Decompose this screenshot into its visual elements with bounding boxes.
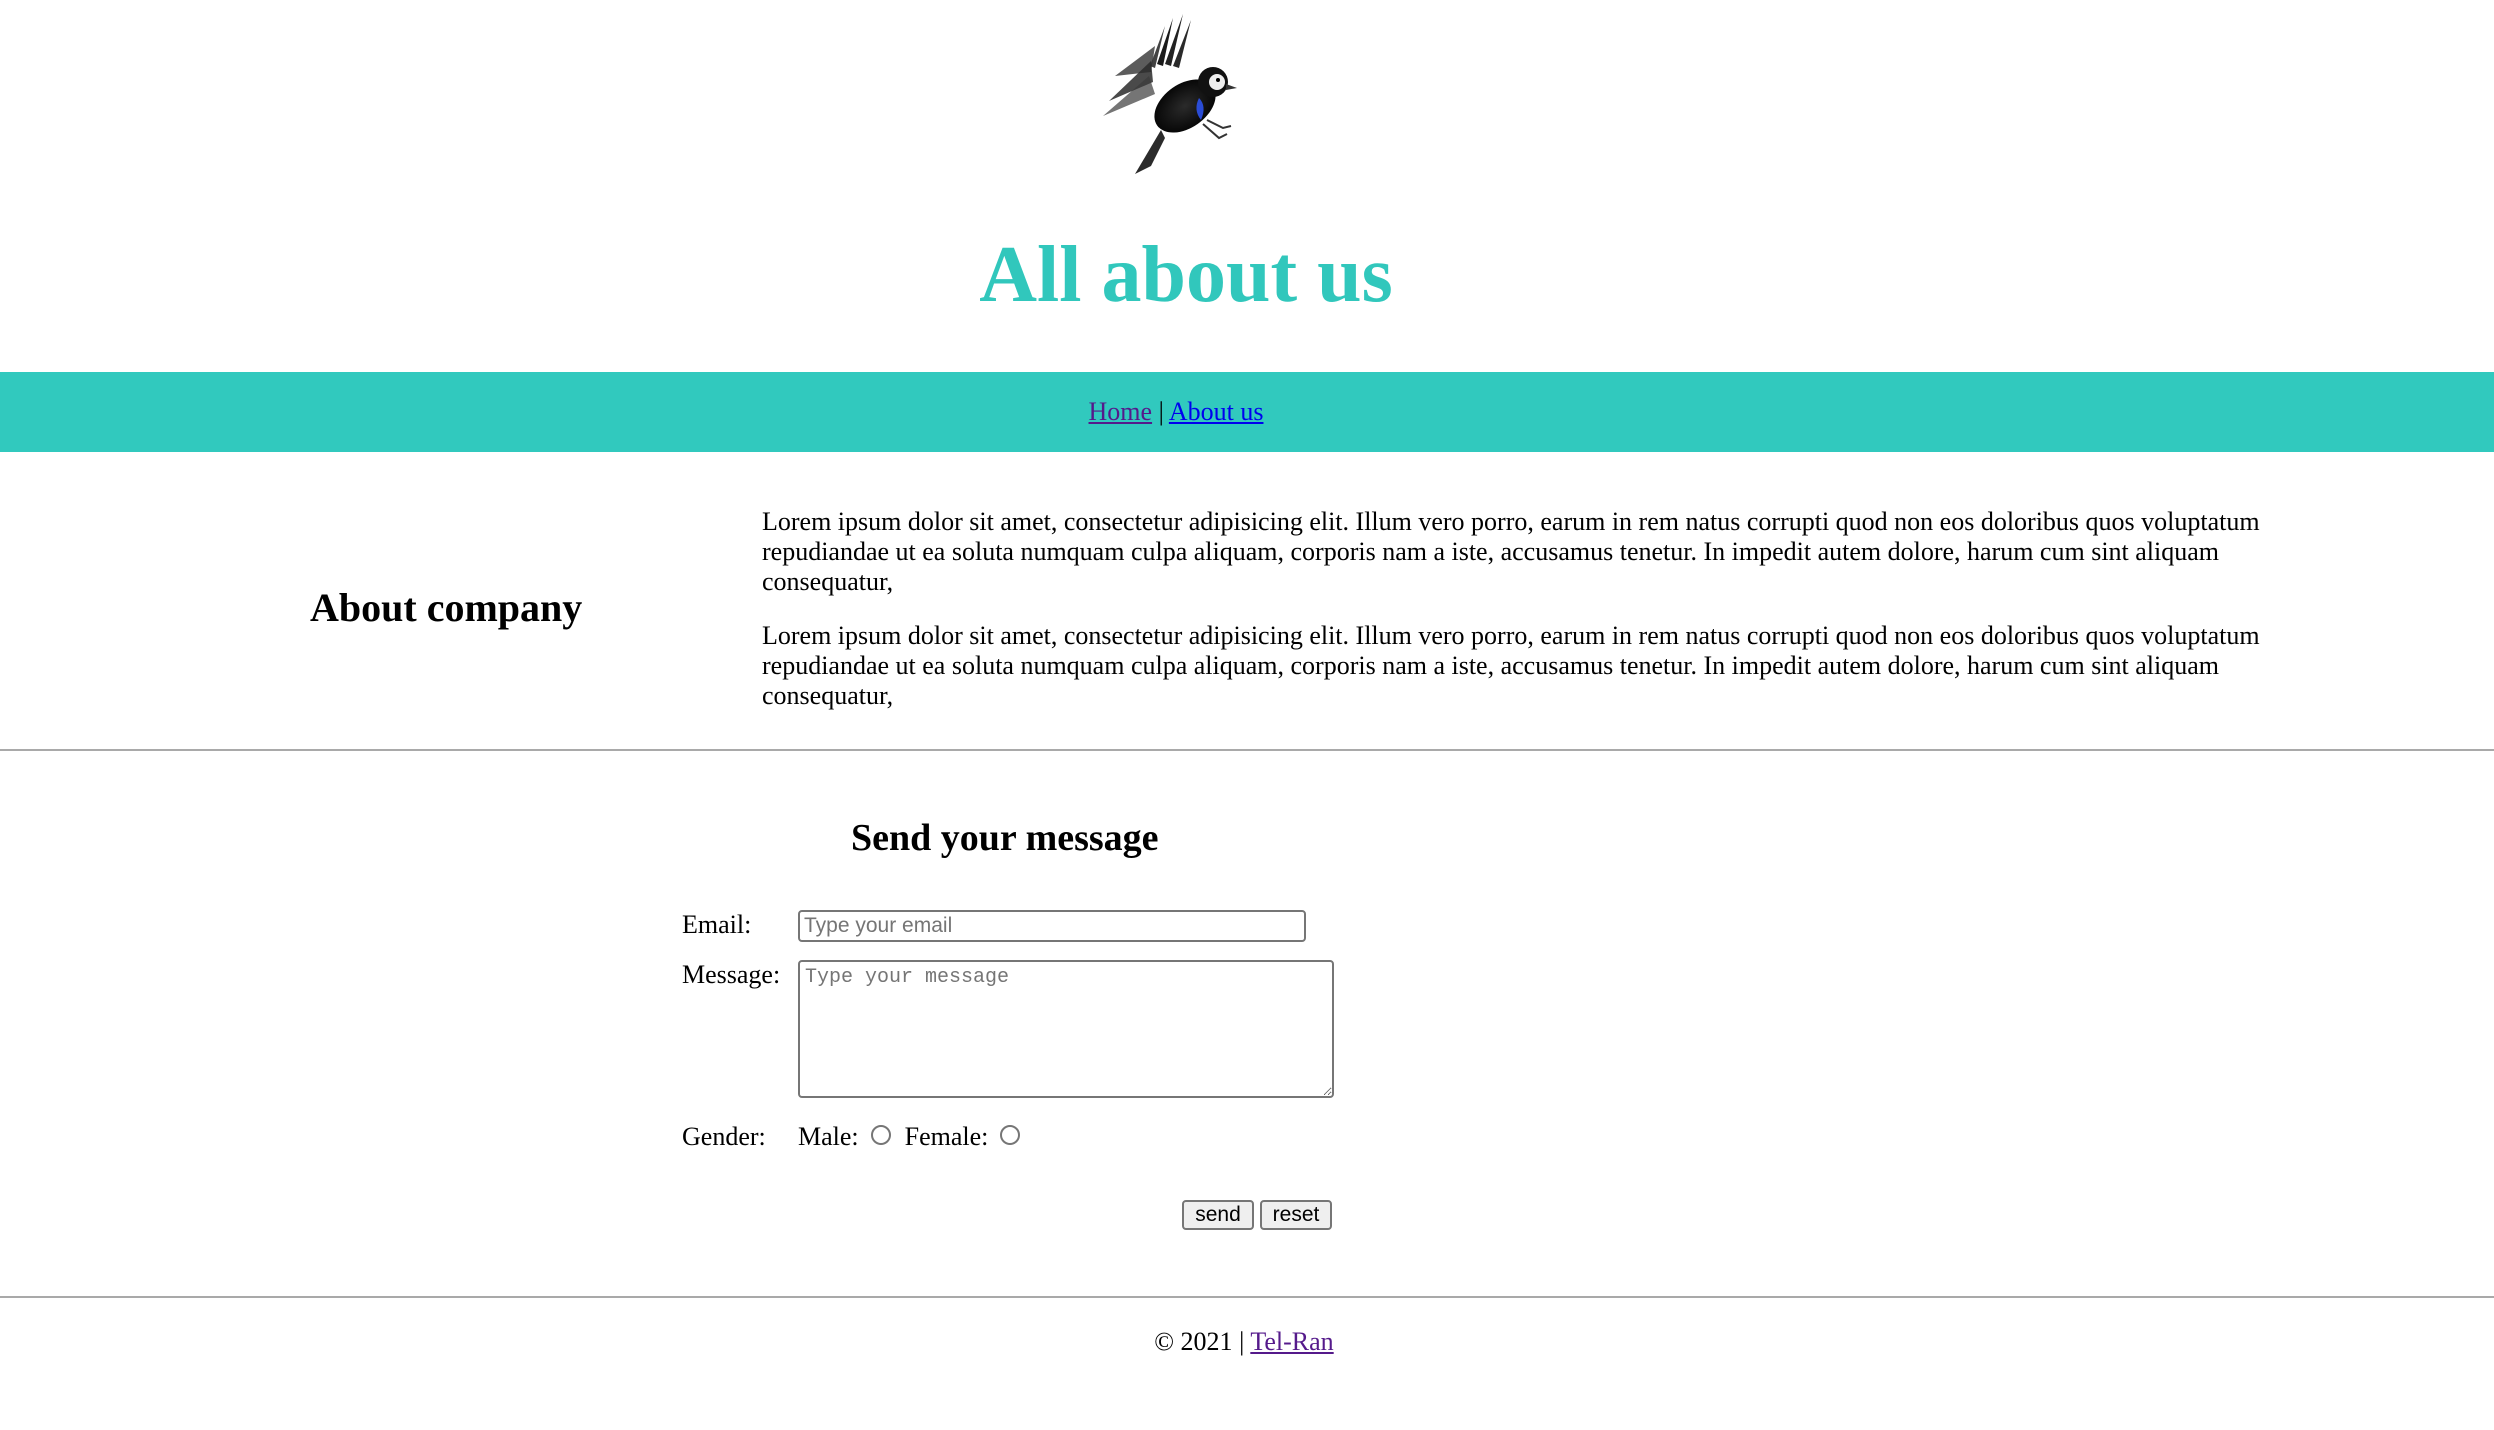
about-heading: About company: [310, 585, 583, 630]
page-title: All about us: [979, 231, 1393, 319]
email-label: Email:: [682, 910, 752, 939]
footer-separator: |: [1239, 1327, 1245, 1356]
footer-divider: [0, 1296, 2494, 1298]
nav-link-about-us[interactable]: About us: [1169, 397, 1264, 426]
about-paragraph: Lorem ipsum dolor sit amet, consectetur …: [762, 507, 2260, 596]
message-label: Message:: [682, 960, 781, 989]
send-button[interactable]: send: [1182, 1200, 1254, 1230]
message-textarea[interactable]: [798, 960, 1334, 1098]
gender-female-label: Female:: [904, 1122, 989, 1151]
gender-male-label: Male:: [798, 1122, 859, 1151]
nav-bar: Home | About us: [0, 372, 2494, 452]
about-paragraph: Lorem ipsum dolor sit amet, consectetur …: [762, 621, 2260, 710]
section-divider: [0, 749, 2494, 751]
nav-separator: |: [1158, 397, 1164, 426]
reset-button[interactable]: reset: [1260, 1200, 1332, 1230]
gender-label: Gender:: [682, 1122, 766, 1151]
footer-link-tel-ran[interactable]: Tel-Ran: [1250, 1327, 1333, 1356]
gender-male-radio[interactable]: [870, 1125, 891, 1145]
footer: © 2021 | Tel-Ran: [0, 1325, 2494, 1359]
gender-female-radio[interactable]: [1000, 1125, 1021, 1145]
bird-logo-icon: [1103, 14, 1237, 174]
nav-link-home[interactable]: Home: [1089, 397, 1153, 426]
email-input[interactable]: [798, 910, 1306, 942]
nav-links: Home | About us: [1089, 397, 1264, 427]
gender-options: Male: Female:: [798, 1122, 1034, 1152]
form-heading: Send your message: [851, 817, 1159, 859]
footer-copyright: © 2021: [1154, 1327, 1233, 1356]
